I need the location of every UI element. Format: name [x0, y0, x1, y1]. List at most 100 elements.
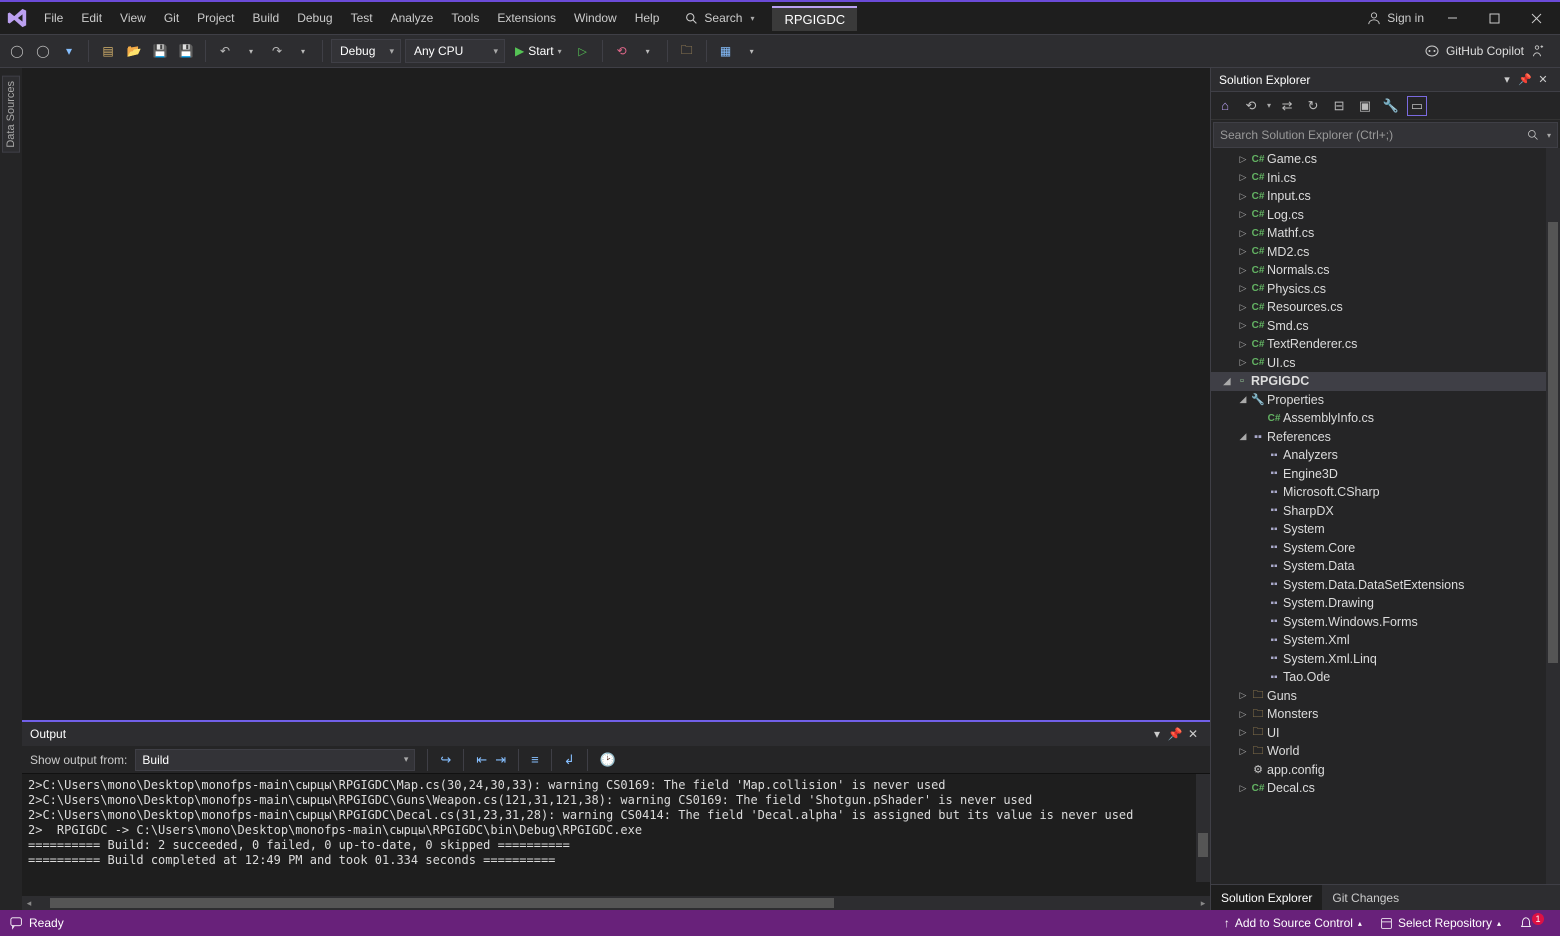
- tree-item[interactable]: ▷C#Physics.cs: [1211, 280, 1560, 299]
- word-wrap-icon[interactable]: ↲: [564, 752, 575, 768]
- layout-button[interactable]: ▦: [715, 40, 737, 62]
- expander-icon[interactable]: ▷: [1237, 727, 1249, 738]
- tree-vertical-scrollbar[interactable]: [1546, 148, 1560, 884]
- tree-item[interactable]: ◢▫RPGIGDC: [1211, 372, 1560, 391]
- expander-icon[interactable]: ▷: [1237, 690, 1249, 701]
- start-button[interactable]: ▶ Start ▾: [509, 44, 568, 58]
- scroll-left-icon[interactable]: ◂: [22, 898, 36, 909]
- save-all-button[interactable]: 💾: [175, 40, 197, 62]
- expander-icon[interactable]: ▷: [1237, 191, 1249, 202]
- nav-fwd-button[interactable]: ◯: [32, 40, 54, 62]
- expander-icon[interactable]: ◢: [1221, 376, 1233, 387]
- tree-item[interactable]: ▪▪System.Xml.Linq: [1211, 650, 1560, 669]
- menu-edit[interactable]: Edit: [73, 7, 110, 29]
- tree-item[interactable]: ▷🗀UI: [1211, 724, 1560, 743]
- window-maximize-button[interactable]: [1476, 5, 1512, 31]
- tree-item[interactable]: C#AssemblyInfo.cs: [1211, 409, 1560, 428]
- menu-project[interactable]: Project: [189, 7, 242, 29]
- tree-item[interactable]: ▪▪System.Drawing: [1211, 594, 1560, 613]
- tree-item[interactable]: ▷C#TextRenderer.cs: [1211, 335, 1560, 354]
- expander-icon[interactable]: ▷: [1237, 709, 1249, 720]
- goto-prev-icon[interactable]: ⇤: [476, 752, 487, 768]
- platform-dropdown[interactable]: Any CPU: [405, 39, 505, 63]
- github-copilot-button[interactable]: GitHub Copilot: [1424, 43, 1544, 59]
- tree-item[interactable]: ▷C#Ini.cs: [1211, 169, 1560, 188]
- tree-item[interactable]: ▷C#Input.cs: [1211, 187, 1560, 206]
- expander-icon[interactable]: ◢: [1237, 431, 1249, 442]
- sync-icon[interactable]: ⇄: [1277, 96, 1297, 116]
- config-dropdown[interactable]: Debug: [331, 39, 401, 63]
- tree-item[interactable]: ▪▪Engine3D: [1211, 465, 1560, 484]
- clear-icon[interactable]: ≡: [531, 752, 539, 767]
- notifications-button[interactable]: 1: [1519, 916, 1550, 930]
- expander-icon[interactable]: ▷: [1237, 283, 1249, 294]
- search-launcher[interactable]: Search ▾: [681, 9, 758, 27]
- solution-tree[interactable]: ▷C#Game.cs▷C#Ini.cs▷C#Input.cs▷C#Log.cs▷…: [1211, 148, 1560, 798]
- nav-back-button[interactable]: ◯: [6, 40, 28, 62]
- output-from-dropdown[interactable]: Build: [135, 749, 415, 771]
- output-close-icon[interactable]: ✕: [1184, 727, 1202, 741]
- undo-drop[interactable]: ▾: [240, 40, 262, 62]
- expander-icon[interactable]: ▷: [1237, 209, 1249, 220]
- tree-item[interactable]: ▷🗀Guns: [1211, 687, 1560, 706]
- tree-item[interactable]: ▷C#MD2.cs: [1211, 243, 1560, 262]
- tree-item[interactable]: ▪▪System.Data: [1211, 557, 1560, 576]
- output-dropdown-icon[interactable]: ▾: [1148, 727, 1166, 741]
- output-horizontal-scrollbar[interactable]: ◂ ▸: [22, 896, 1210, 910]
- redo-button[interactable]: ↷: [266, 40, 288, 62]
- solexp-pin-icon[interactable]: 📌: [1516, 73, 1534, 86]
- solexp-dropdown-icon[interactable]: ▾: [1498, 73, 1516, 86]
- tree-item[interactable]: ▷C#Decal.cs: [1211, 779, 1560, 798]
- tree-item[interactable]: ▪▪System: [1211, 520, 1560, 539]
- expander-icon[interactable]: ▷: [1237, 172, 1249, 183]
- select-repository-button[interactable]: Select Repository ▴: [1380, 916, 1501, 930]
- menu-file[interactable]: File: [36, 7, 71, 29]
- new-project-button[interactable]: ▾: [58, 40, 80, 62]
- expander-icon[interactable]: ▷: [1237, 357, 1249, 368]
- menu-git[interactable]: Git: [156, 7, 187, 29]
- tree-item[interactable]: ▪▪System.Data.DataSetExtensions: [1211, 576, 1560, 595]
- menu-tools[interactable]: Tools: [443, 7, 487, 29]
- home-icon[interactable]: ⌂: [1215, 96, 1235, 116]
- start-no-debug-button[interactable]: ▷: [572, 40, 594, 62]
- hot-reload-button[interactable]: ⟲: [611, 40, 633, 62]
- expander-icon[interactable]: ▷: [1237, 339, 1249, 350]
- tree-item[interactable]: ▪▪Tao.Ode: [1211, 668, 1560, 687]
- expander-icon[interactable]: ▷: [1237, 228, 1249, 239]
- expander-icon[interactable]: ▷: [1237, 783, 1249, 794]
- tree-item[interactable]: ▷C#Log.cs: [1211, 206, 1560, 225]
- menu-test[interactable]: Test: [343, 7, 381, 29]
- hot-drop[interactable]: ▾: [637, 40, 659, 62]
- goto-next-icon[interactable]: ⇥: [495, 752, 506, 768]
- expander-icon[interactable]: ▷: [1237, 320, 1249, 331]
- collapse-all-icon[interactable]: ⊟: [1329, 96, 1349, 116]
- goto-source-icon[interactable]: ↪: [440, 752, 451, 768]
- expander-icon[interactable]: ▷: [1237, 302, 1249, 313]
- scroll-right-icon[interactable]: ▸: [1196, 898, 1210, 909]
- tree-item[interactable]: ▷C#Smd.cs: [1211, 317, 1560, 336]
- undo-button[interactable]: ↶: [214, 40, 236, 62]
- preview-icon[interactable]: ▭: [1407, 96, 1427, 116]
- menu-extensions[interactable]: Extensions: [489, 7, 564, 29]
- tree-item[interactable]: ◢▪▪References: [1211, 428, 1560, 447]
- menu-view[interactable]: View: [112, 7, 154, 29]
- tree-item[interactable]: ▷C#Normals.cs: [1211, 261, 1560, 280]
- share-icon[interactable]: [1530, 44, 1544, 58]
- tab-git-changes[interactable]: Git Changes: [1322, 885, 1409, 910]
- output-text[interactable]: 2>C:\Users\mono\Desktop\monofps-main\сыр…: [22, 774, 1210, 896]
- sign-in-button[interactable]: Sign in: [1367, 11, 1424, 25]
- solution-view-button[interactable]: ▤: [97, 40, 119, 62]
- menu-analyze[interactable]: Analyze: [383, 7, 442, 29]
- overflow-button[interactable]: ▾: [741, 40, 763, 62]
- tree-item[interactable]: ▷🗀Monsters: [1211, 705, 1560, 724]
- project-name-tab[interactable]: RPGIGDC: [772, 6, 857, 31]
- expander-icon[interactable]: ▷: [1237, 154, 1249, 165]
- window-close-button[interactable]: [1518, 5, 1554, 31]
- open-file-button[interactable]: 📂: [123, 40, 145, 62]
- tree-item[interactable]: ▪▪Microsoft.CSharp: [1211, 483, 1560, 502]
- tree-item[interactable]: ◢🔧Properties: [1211, 391, 1560, 410]
- switch-views-icon[interactable]: ⟲: [1241, 96, 1261, 116]
- refresh-icon[interactable]: ↻: [1303, 96, 1323, 116]
- expander-icon[interactable]: ▷: [1237, 265, 1249, 276]
- redo-drop[interactable]: ▾: [292, 40, 314, 62]
